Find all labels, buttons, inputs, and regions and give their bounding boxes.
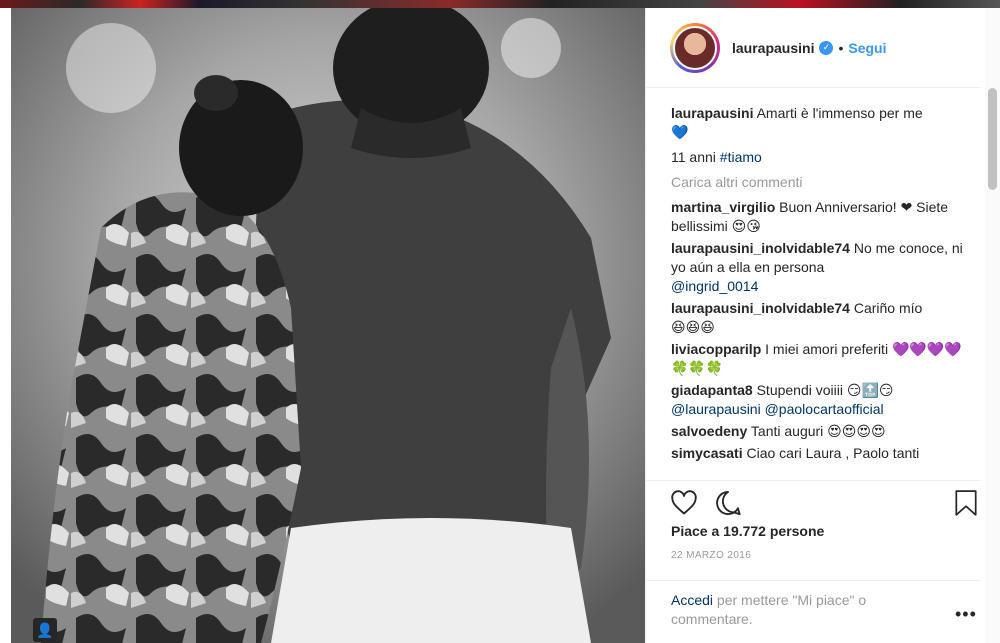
comment-text: Cariño mío (853, 300, 923, 316)
post-header: laurapausini ✓ • Segui (646, 8, 981, 88)
heart-outline-icon[interactable] (670, 489, 698, 517)
comment-emoji: 😆😆😆 (671, 319, 715, 335)
caption: laurapausini Amarti è l'immenso per me 💙 (671, 104, 965, 142)
user-tag-icon[interactable]: 👤 (33, 618, 57, 642)
login-link[interactable]: Accedi (671, 592, 713, 608)
post-side-panel: laurapausini ✓ • Segui laurapausini Amar… (645, 8, 981, 643)
comment-username[interactable]: laurapausini_inolvidable74 (671, 300, 850, 316)
avatar-image (673, 25, 717, 70)
comment-username[interactable]: laurapausini_inolvidable74 (671, 240, 850, 256)
comment-username[interactable]: simycasati (671, 445, 743, 461)
comment-username[interactable]: salvoedeny (671, 423, 747, 439)
caption-line2: 11 anni #tiamo (671, 148, 965, 167)
comment-username[interactable]: martina_virgilio (671, 199, 775, 215)
likes-count[interactable]: Piace a 19.772 persone (671, 523, 824, 539)
comment-item: martina_virgilio Buon Anniversario! ❤ Si… (671, 198, 965, 236)
mention-link[interactable]: @laurapausini @paolocartaofficial (671, 401, 884, 417)
comment-username[interactable]: liviacopparilp (671, 341, 761, 357)
comment-text: I miei amori preferiti (765, 341, 889, 357)
comment-item: salvoedeny Tanti auguri 😍😍😍😍 (671, 422, 965, 441)
caption-username[interactable]: laurapausini (671, 105, 753, 121)
action-buttons-row (670, 487, 977, 521)
speech-bubble-icon[interactable] (714, 489, 742, 517)
couple-photo-illustration (11, 8, 645, 643)
comments-list[interactable]: laurapausini Amarti è l'immenso per me 💙… (646, 88, 981, 480)
comment-username[interactable]: giadapanta8 (671, 382, 753, 398)
avatar[interactable] (670, 22, 720, 73)
separator-dot: • (838, 39, 844, 56)
bookmark-icon[interactable] (953, 489, 979, 517)
login-prompt: Accedi per mettere "Mi piace" o commenta… (646, 580, 981, 643)
comment-text: Stupendi voiiii 😏🔝😏 (756, 382, 894, 398)
comment-item: laurapausini_inolvidable74 No me conoce,… (671, 239, 965, 296)
verified-badge-icon: ✓ (819, 40, 834, 55)
comment-item: liviacopparilp I miei amori preferiti 💜💜… (671, 340, 965, 378)
author-username[interactable]: laurapausini (732, 40, 814, 56)
load-more-comments-button[interactable]: Carica altri commenti (671, 173, 965, 192)
mention-link[interactable]: @ingrid_0014 (671, 278, 758, 294)
post-date[interactable]: 22 MARZO 2016 (671, 550, 751, 561)
post-actions: Piace a 19.772 persone 22 MARZO 2016 (646, 480, 981, 596)
follow-button[interactable]: Segui (848, 40, 886, 56)
comment-text: Ciao cari Laura , Paolo tanti (746, 445, 920, 461)
caption-text: Amarti è l'immenso per me (756, 105, 923, 121)
comment-text: Tanti auguri 😍😍😍😍 (750, 423, 886, 439)
scrollbar-thumb[interactable] (988, 88, 997, 190)
background-feed-strip (0, 0, 1000, 8)
post-photo[interactable]: 👤 (11, 8, 645, 643)
comment-item: giadapanta8 Stupendi voiiii 😏🔝😏 @laurapa… (671, 381, 965, 419)
comment-item: laurapausini_inolvidable74 Cariño mío 😆😆… (671, 299, 965, 337)
comment-item: simycasati Ciao cari Laura , Paolo tanti (671, 444, 965, 463)
caption-years: 11 anni (671, 149, 720, 165)
hashtag-link[interactable]: #tiamo (720, 149, 762, 165)
more-options-icon[interactable]: ••• (955, 605, 977, 624)
blue-heart-emoji: 💙 (671, 124, 689, 140)
